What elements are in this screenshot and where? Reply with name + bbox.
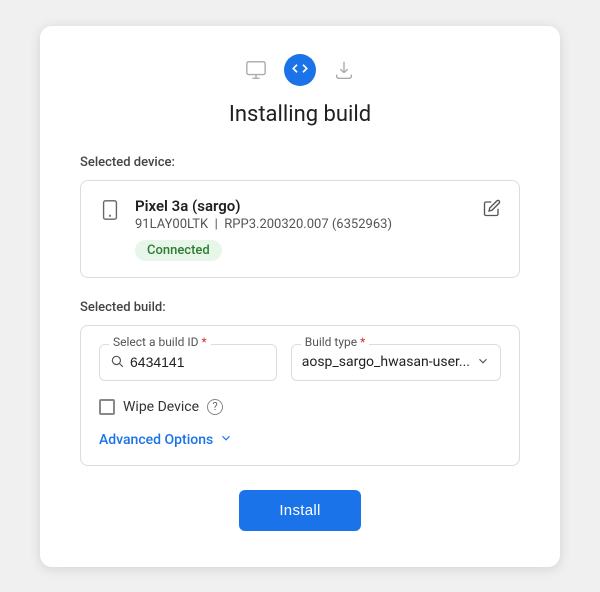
advanced-options-label: Advanced Options: [99, 432, 213, 448]
build-type-group: Build type * aosp_sargo_hwasan-user...: [291, 344, 501, 381]
build-card: Select a build ID * Build type: [80, 325, 520, 466]
page-title: Installing build: [80, 102, 520, 127]
build-id-input[interactable]: [130, 354, 266, 370]
help-icon[interactable]: ?: [207, 399, 223, 415]
device-name: Pixel 3a (sargo): [135, 197, 469, 215]
build-id-required: *: [202, 335, 207, 349]
wipe-device-label: Wipe Device: [123, 399, 199, 415]
device-info: Pixel 3a (sargo) 91LAY00LTK | RPP3.20032…: [135, 197, 469, 261]
install-button-row: Install: [80, 490, 520, 531]
device-version: RPP3.200320.007 (6352963): [224, 217, 392, 232]
device-card: Pixel 3a (sargo) 91LAY00LTK | RPP3.20032…: [80, 180, 520, 278]
connected-badge: Connected: [135, 240, 222, 261]
selected-device-label: Selected device:: [80, 155, 520, 170]
stepper: [80, 54, 520, 86]
device-step-icon: [240, 54, 272, 86]
device-details: 91LAY00LTK | RPP3.200320.007 (6352963): [135, 217, 469, 232]
build-type-required: *: [360, 335, 365, 349]
edit-device-icon[interactable]: [483, 199, 501, 221]
advanced-chevron-icon: [219, 431, 233, 449]
selected-build-label: Selected build:: [80, 300, 520, 315]
search-icon: [110, 353, 124, 372]
build-type-value: aosp_sargo_hwasan-user...: [302, 354, 470, 370]
device-build-id: 91LAY00LTK: [135, 217, 208, 232]
transfer-step-icon: [284, 54, 316, 86]
wipe-device-checkbox[interactable]: [99, 399, 115, 415]
build-input-row: Select a build ID * Build type: [99, 344, 501, 381]
build-id-label: Select a build ID *: [109, 335, 211, 349]
build-id-input-wrapper[interactable]: [99, 344, 277, 381]
advanced-options-toggle[interactable]: Advanced Options: [99, 431, 501, 449]
download-step-icon: [328, 54, 360, 86]
installing-build-dialog: Installing build Selected device: Pixel …: [40, 26, 560, 567]
build-type-select[interactable]: aosp_sargo_hwasan-user...: [291, 344, 501, 381]
build-type-label: Build type *: [301, 335, 370, 349]
wipe-device-row: Wipe Device ?: [99, 399, 501, 415]
chevron-down-icon: [476, 353, 490, 372]
phone-icon: [99, 199, 121, 225]
build-id-group: Select a build ID *: [99, 344, 277, 381]
install-button[interactable]: Install: [239, 490, 360, 531]
